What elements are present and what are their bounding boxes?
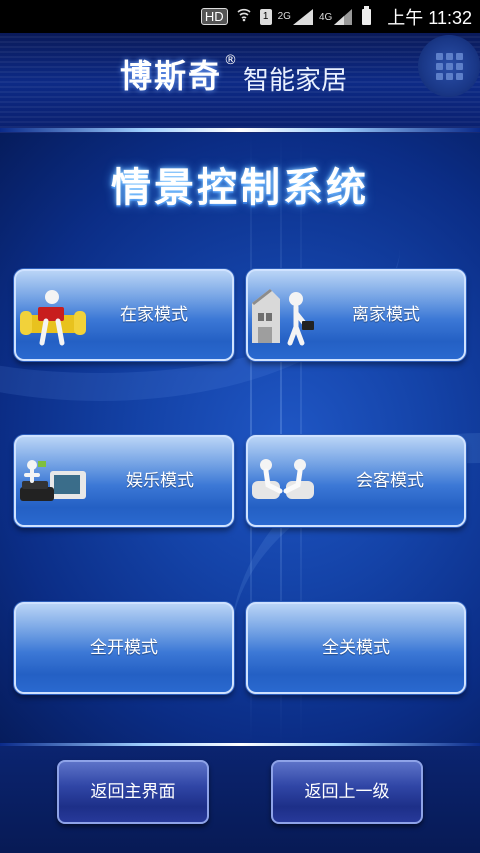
brand-name: 博斯奇 — [120, 57, 223, 95]
back-to-main-button[interactable]: 返回主界面 — [57, 760, 209, 824]
entertainment-mode-button[interactable]: 娱乐模式 — [14, 435, 234, 527]
registered-mark: ® — [224, 53, 238, 68]
main-panel: 情景控制系统 在家模式 离家模式 娱乐模式 会客模式 全开模式 全关模式 — [0, 133, 480, 743]
mode-label: 娱乐模式 — [126, 471, 194, 491]
header-divider — [0, 128, 480, 132]
footer-nav: 返回主界面 返回上一级 — [0, 746, 480, 853]
signal-icon — [292, 8, 313, 25]
status-icons: HD 1 2G 4G — [200, 5, 379, 27]
sim-icon: 1 — [259, 8, 272, 25]
person-leaving-house-icon — [252, 289, 314, 346]
guests-seated-icon — [252, 459, 314, 499]
hd-badge: HD — [200, 8, 228, 25]
back-one-level-button[interactable]: 返回上一级 — [271, 760, 423, 824]
guest-mode-button[interactable]: 会客模式 — [246, 435, 466, 527]
mode-label: 全关模式 — [322, 638, 390, 658]
page-title: 情景控制系统 — [111, 165, 369, 211]
grid-icon — [435, 52, 463, 80]
mode-label: 离家模式 — [352, 305, 420, 325]
menu-grid-button[interactable] — [418, 35, 480, 97]
mode-label: 在家模式 — [120, 305, 188, 325]
app-header: 博斯奇 ® 智能家居 — [0, 33, 480, 133]
status-bar: HD 1 2G 4G 上午 11:32 — [0, 0, 480, 33]
away-mode-button[interactable]: 离家模式 — [246, 269, 466, 361]
wifi-icon — [236, 6, 252, 27]
all-on-mode-button[interactable]: 全开模式 — [14, 602, 234, 694]
brand-subtitle: 智能家居 — [243, 66, 348, 96]
clock: 上午 11:32 — [387, 7, 472, 28]
mode-label: 会客模式 — [356, 471, 424, 491]
mode-label: 全开模式 — [90, 638, 158, 658]
signal-icon-2 — [334, 8, 354, 25]
tv-console-icon — [20, 460, 86, 501]
all-off-mode-button[interactable]: 全关模式 — [246, 602, 466, 694]
person-on-sofa-icon — [20, 290, 86, 346]
battery-icon — [362, 5, 372, 25]
home-mode-button[interactable]: 在家模式 — [14, 269, 234, 361]
network-2g-label: 2G — [277, 11, 291, 22]
brand-logo: 博斯奇 ® 智能家居 — [120, 51, 347, 97]
network-4g-label: 4G — [318, 12, 333, 23]
